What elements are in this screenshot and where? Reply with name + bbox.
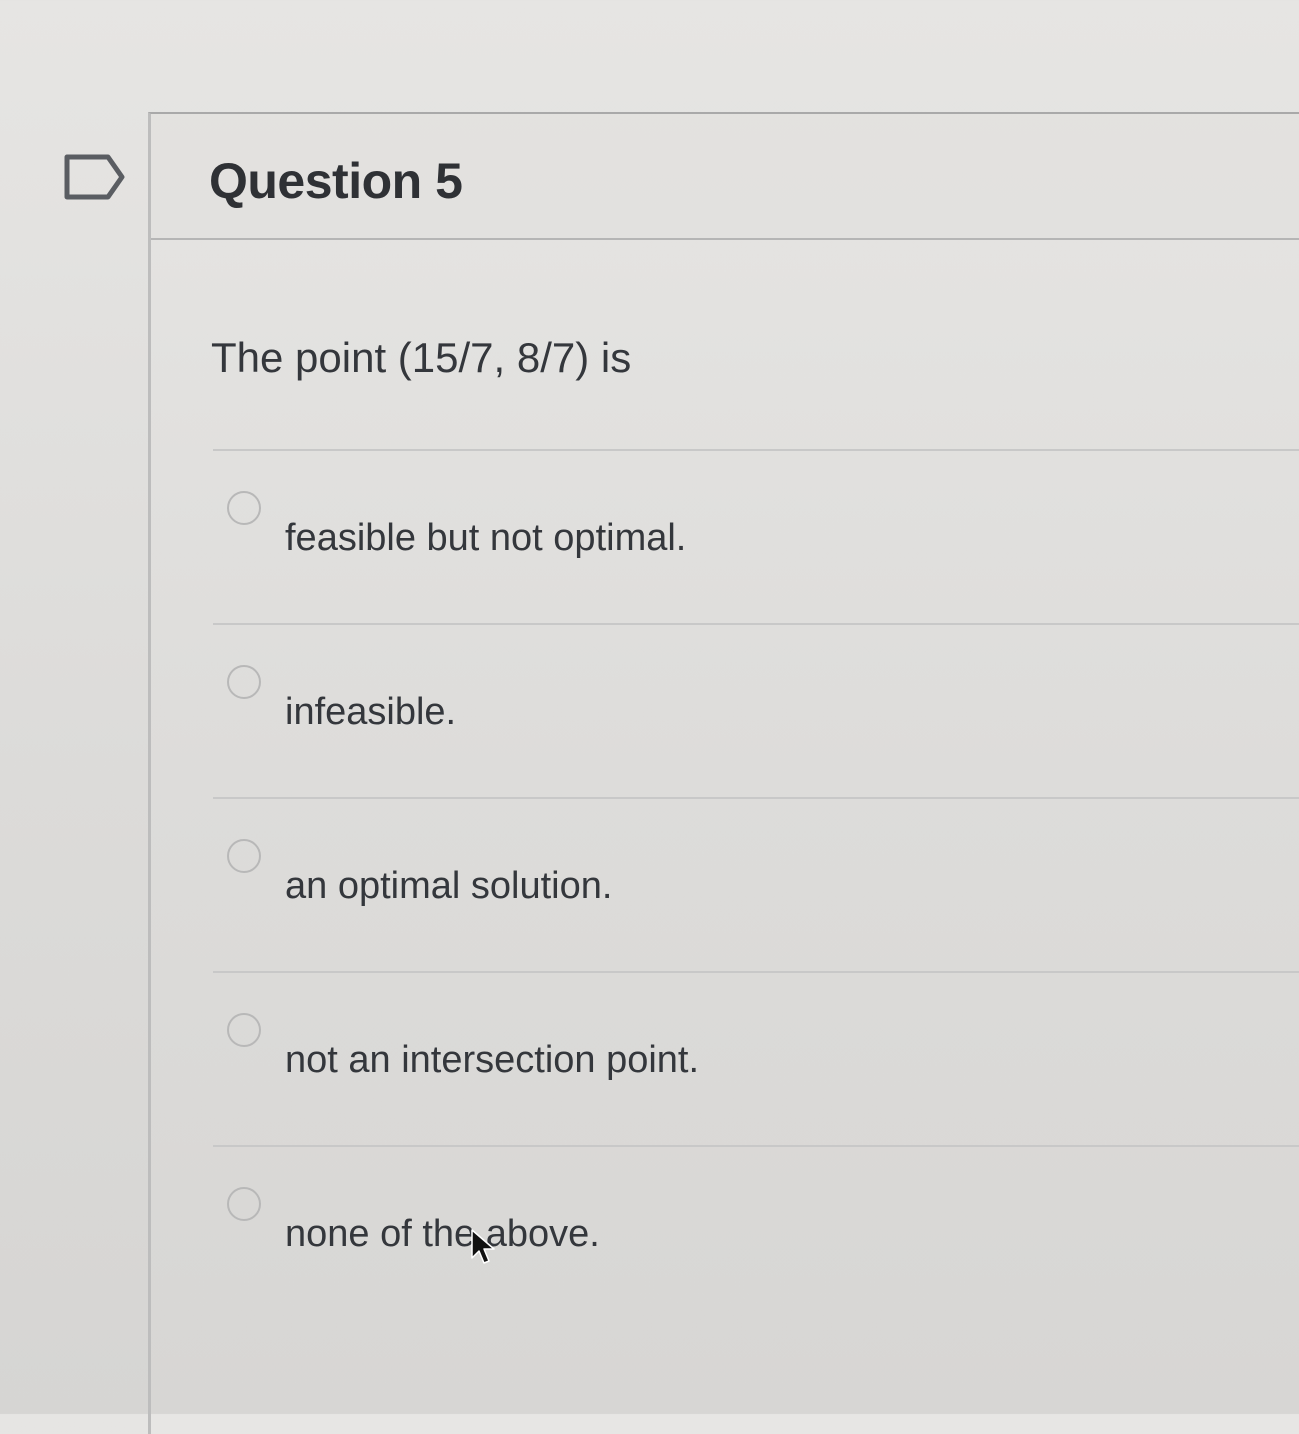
question-header: Question 5 — [151, 114, 1299, 240]
answer-label-4[interactable]: not an intersection point. — [285, 1039, 699, 1082]
question-card: Question 5 The point (15/7, 8/7) is feas… — [148, 112, 1299, 1434]
question-title: Question 5 — [209, 153, 463, 209]
answer-option-5[interactable]: none of the above. — [213, 1145, 1299, 1321]
mouse-pointer-icon — [471, 1229, 495, 1264]
answer-radio-2[interactable] — [227, 665, 261, 699]
answer-radio-4[interactable] — [227, 1013, 261, 1047]
answer-label-5[interactable]: none of the above. — [285, 1213, 600, 1256]
answer-option-1[interactable]: feasible but not optimal. — [213, 449, 1299, 625]
answer-option-2[interactable]: infeasible. — [213, 623, 1299, 799]
answer-radio-3[interactable] — [227, 839, 261, 873]
question-text: The point (15/7, 8/7) is — [211, 334, 632, 381]
answer-option-4[interactable]: not an intersection point. — [213, 971, 1299, 1147]
answer-radio-5[interactable] — [227, 1187, 261, 1221]
answer-label-3[interactable]: an optimal solution. — [285, 865, 612, 908]
answer-label-1[interactable]: feasible but not optimal. — [285, 517, 686, 560]
answer-label-2[interactable]: infeasible. — [285, 691, 456, 734]
flag-question-icon[interactable] — [64, 154, 126, 200]
answer-radio-1[interactable] — [227, 491, 261, 525]
answer-option-3[interactable]: an optimal solution. — [213, 797, 1299, 973]
